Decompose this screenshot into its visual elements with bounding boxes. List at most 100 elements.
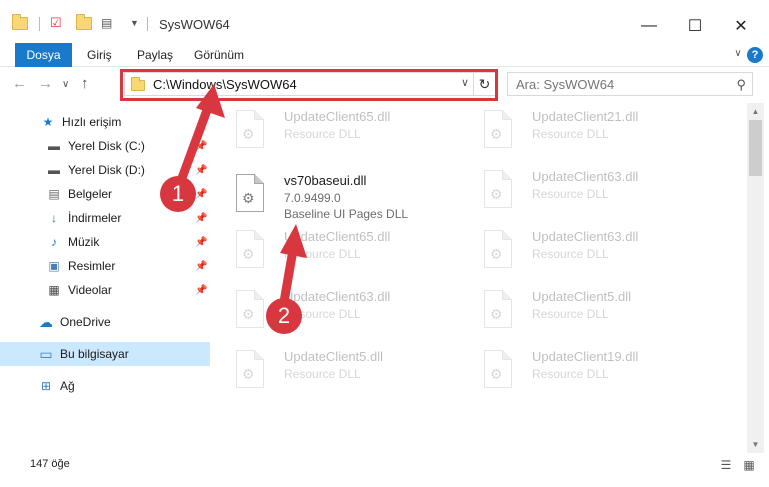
- gear-icon: ⚙: [242, 306, 255, 322]
- gear-icon: ⚙: [242, 190, 255, 206]
- ribbon-expand-icon[interactable]: ∨: [731, 48, 745, 62]
- sidebar-item-label: Belgeler: [68, 187, 113, 201]
- file-description: Resource DLL: [284, 367, 361, 381]
- address-bar[interactable]: C:\Windows\SysWOW64 ∨: [124, 72, 474, 96]
- dll-file-icon: ⚙: [236, 230, 264, 268]
- customize-icon[interactable]: ▤: [101, 14, 112, 32]
- chevron-down-icon[interactable]: ∨: [461, 76, 469, 89]
- vertical-scrollbar[interactable]: ▲ ▼: [747, 103, 764, 453]
- file-description: Resource DLL: [532, 127, 609, 141]
- item-count: 147 öğe: [30, 458, 70, 470]
- tab-share[interactable]: Paylaş: [137, 43, 173, 67]
- chevron-down-icon[interactable]: ▼: [130, 14, 139, 32]
- sidebar-item-drive-c[interactable]: ▬ Yerel Disk (C:) 📌: [0, 134, 210, 158]
- folder-icon: [12, 13, 28, 32]
- sidebar-item-label: Hızlı erişim: [62, 115, 122, 129]
- back-button[interactable]: ←: [12, 75, 27, 92]
- separator: [39, 17, 40, 31]
- properties-icon[interactable]: ☑: [50, 14, 62, 32]
- new-folder-icon[interactable]: [76, 13, 92, 32]
- dll-file-icon: ⚙: [236, 110, 264, 148]
- dll-file-icon: ⚙: [484, 110, 512, 148]
- up-button[interactable]: ↑: [81, 75, 89, 92]
- pin-icon[interactable]: 📌: [195, 189, 207, 200]
- step-badge-2: 2: [266, 298, 302, 334]
- file-name: UpdateClient63.dll: [284, 289, 391, 304]
- file-item[interactable]: ⚙ UpdateClient63.dll Resource DLL: [460, 223, 700, 283]
- scroll-down-icon[interactable]: ▼: [747, 436, 764, 453]
- sidebar-item-label: OneDrive: [60, 315, 111, 329]
- cloud-icon: ☁: [39, 313, 53, 330]
- file-description: Resource DLL: [532, 367, 609, 381]
- gear-icon: ⚙: [490, 126, 503, 142]
- file-item[interactable]: ⚙ UpdateClient21.dll Resource DLL: [460, 103, 700, 163]
- sidebar-item-pictures[interactable]: ▣ Resimler 📌: [0, 254, 210, 278]
- file-name: UpdateClient5.dll: [284, 349, 384, 364]
- help-icon[interactable]: ?: [747, 47, 763, 63]
- sidebar-item-label: Yerel Disk (D:): [68, 163, 145, 177]
- file-item[interactable]: ⚙ UpdateClient5.dll Resource DLL: [460, 283, 700, 343]
- dll-file-icon: ⚙: [484, 290, 512, 328]
- dll-file-icon: ⚙: [484, 350, 512, 388]
- drive-icon: ▬: [48, 139, 60, 153]
- pin-icon[interactable]: 📌: [195, 165, 207, 176]
- sidebar-item-label: Resimler: [68, 259, 116, 273]
- refresh-button[interactable]: ↻: [474, 72, 496, 96]
- featured-file-item[interactable]: ⚙ vs70baseui.dll 7.0.9499.0 Baseline UI …: [212, 167, 452, 227]
- search-icon[interactable]: ⚲: [736, 77, 746, 93]
- scrollbar-thumb[interactable]: [749, 120, 762, 176]
- recent-locations-button[interactable]: ∨: [62, 79, 69, 90]
- dll-file-icon: ⚙: [236, 174, 264, 212]
- sidebar-item-quick-access[interactable]: ★ Hızlı erişim: [0, 110, 210, 134]
- file-item[interactable]: ⚙ UpdateClient5.dll Resource DLL: [212, 343, 452, 403]
- sidebar-item-this-pc[interactable]: ▭ Bu bilgisayar: [0, 342, 210, 366]
- folder-icon: [131, 77, 145, 91]
- file-name: UpdateClient21.dll: [532, 109, 639, 124]
- file-name: vs70baseui.dll: [284, 173, 367, 188]
- details-view-icon[interactable]: ☰: [718, 458, 734, 472]
- sidebar-item-onedrive[interactable]: ☁ OneDrive: [0, 310, 210, 334]
- gear-icon: ⚙: [242, 366, 255, 382]
- pin-icon[interactable]: 📌: [195, 261, 207, 272]
- pin-icon[interactable]: 📌: [195, 141, 207, 152]
- file-description: Resource DLL: [532, 307, 609, 321]
- title-bar: ☑ ▤ ▼ SysWOW64 — ☐ ✕: [0, 0, 769, 43]
- tiles-view-icon[interactable]: ▦: [741, 458, 757, 472]
- file-item[interactable]: ⚙ UpdateClient63.dll Resource DLL: [212, 283, 452, 343]
- drive-icon: ▬: [48, 163, 60, 177]
- file-item[interactable]: ⚙ UpdateClient65.dll Resource DLL: [212, 223, 452, 283]
- address-path[interactable]: C:\Windows\SysWOW64: [153, 77, 297, 92]
- ribbon: Dosya Giriş Paylaş Görünüm ∨ ?: [0, 43, 769, 103]
- file-name: UpdateClient65.dll: [284, 229, 391, 244]
- pictures-icon: ▣: [48, 259, 60, 273]
- step-badge-1: 1: [160, 176, 196, 212]
- file-description: Resource DLL: [532, 247, 609, 261]
- forward-button[interactable]: →: [38, 75, 53, 92]
- search-box[interactable]: ⚲: [507, 72, 753, 96]
- sidebar-item-network[interactable]: ⊞ Ağ: [0, 374, 210, 398]
- sidebar-item-videos[interactable]: ▦ Videolar 📌: [0, 278, 210, 302]
- pin-icon[interactable]: 📌: [195, 285, 207, 296]
- scroll-up-icon[interactable]: ▲: [747, 103, 764, 120]
- minimize-button[interactable]: —: [626, 10, 672, 42]
- download-icon: ↓: [51, 211, 57, 225]
- maximize-button[interactable]: ☐: [672, 10, 718, 42]
- file-list: ⚙ UpdateClient65.dll Resource DLL ⚙ Upda…: [212, 103, 747, 453]
- videos-icon: ▦: [48, 283, 60, 297]
- sidebar-item-music[interactable]: ♪ Müzik 📌: [0, 230, 210, 254]
- file-name: UpdateClient65.dll: [284, 109, 391, 124]
- file-item[interactable]: ⚙ UpdateClient19.dll Resource DLL: [460, 343, 700, 403]
- file-item[interactable]: ⚙ UpdateClient63.dll Resource DLL: [460, 163, 700, 223]
- gear-icon: ⚙: [242, 246, 255, 262]
- pin-icon[interactable]: 📌: [195, 237, 207, 248]
- pin-icon[interactable]: 📌: [195, 213, 207, 224]
- sidebar-item-label: Videolar: [68, 283, 112, 297]
- tab-view[interactable]: Görünüm: [194, 43, 244, 67]
- file-description: Resource DLL: [284, 127, 361, 141]
- close-button[interactable]: ✕: [718, 10, 764, 42]
- dll-file-icon: ⚙: [236, 350, 264, 388]
- tab-home[interactable]: Giriş: [87, 43, 112, 67]
- search-input[interactable]: [516, 74, 726, 94]
- file-item[interactable]: ⚙ UpdateClient65.dll Resource DLL: [212, 103, 452, 163]
- sidebar-item-label: Yerel Disk (C:): [68, 139, 145, 153]
